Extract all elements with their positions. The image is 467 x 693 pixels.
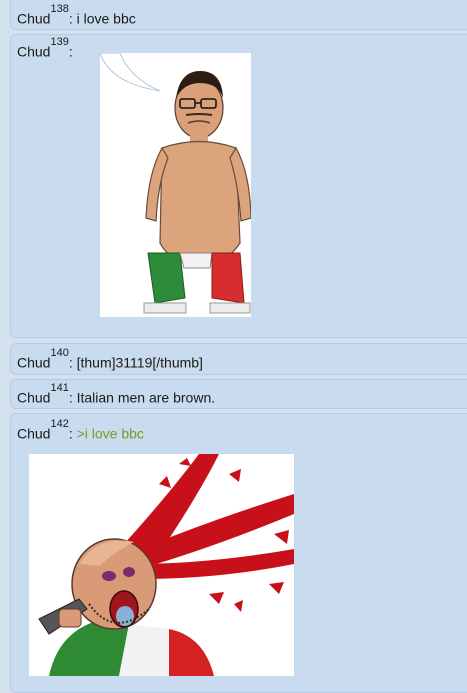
post-text: [thum]31119[/thumb] bbox=[76, 354, 203, 371]
chat-post: Chud141: Italian men are brown. bbox=[10, 379, 467, 409]
post-number[interactable]: 142 bbox=[50, 418, 68, 430]
post-number[interactable]: 138 bbox=[50, 3, 68, 15]
post-image-thumbnail[interactable] bbox=[100, 53, 251, 317]
post-author[interactable]: Chud bbox=[17, 11, 50, 27]
post-number[interactable]: 140 bbox=[50, 347, 68, 359]
post-image-thumbnail[interactable] bbox=[29, 454, 294, 676]
chat-post: Chud142: >i love bbc bbox=[10, 413, 467, 693]
post-number[interactable]: 141 bbox=[50, 382, 68, 394]
post-author[interactable]: Chud bbox=[17, 390, 50, 406]
cartoon-gun-blood-image bbox=[29, 454, 294, 676]
post-number[interactable]: 139 bbox=[50, 36, 68, 48]
post-text: Italian men are brown. bbox=[76, 389, 216, 406]
chat-post: Chud139: bbox=[10, 34, 467, 338]
post-text: i love bbc bbox=[76, 10, 136, 27]
chat-post: Chud138: i love bbc bbox=[10, 0, 467, 30]
post-author[interactable]: Chud bbox=[17, 355, 50, 371]
post-greentext: >i love bbc bbox=[76, 425, 144, 442]
post-author[interactable]: Chud bbox=[17, 426, 50, 442]
chat-post: Chud140: [thum]31119[/thumb] bbox=[10, 343, 467, 375]
post-author[interactable]: Chud bbox=[17, 44, 50, 60]
cartoon-man-image bbox=[100, 53, 251, 317]
